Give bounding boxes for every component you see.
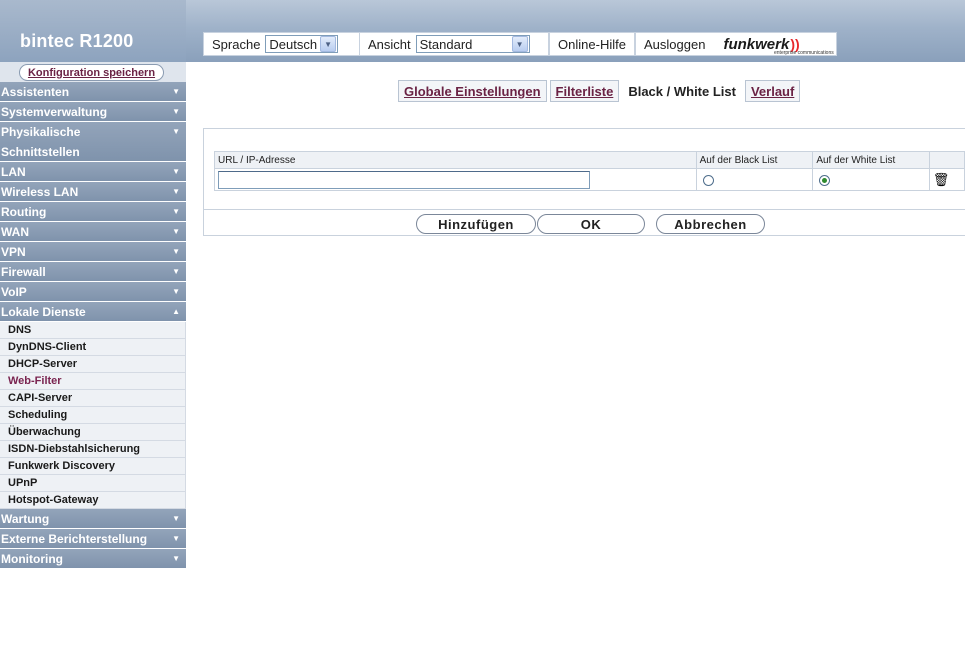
black-list-radio[interactable]: [702, 174, 714, 186]
tab-verlauf[interactable]: Verlauf: [744, 80, 801, 102]
chevron-down-icon[interactable]: ▼: [511, 36, 528, 52]
white-list-radio[interactable]: [819, 174, 831, 186]
chevron-down-icon: ▼: [172, 187, 180, 196]
tab-filterliste[interactable]: Filterliste: [549, 80, 620, 102]
submenu-item-dns[interactable]: DNS: [0, 322, 186, 339]
language-select[interactable]: Deutsch ▼: [265, 35, 339, 53]
sidebar-item-assistenten[interactable]: Assistenten ▼: [0, 82, 186, 102]
logo-subtext: enterprise communications: [774, 50, 834, 56]
app-title: bintec R1200: [20, 31, 134, 51]
tab-globale-einstellungen[interactable]: Globale Einstellungen: [398, 80, 547, 102]
column-header-white-list: Auf der White List: [812, 151, 931, 169]
sidebar-item-label: Lokale Dienste: [1, 305, 86, 319]
sidebar-item-routing[interactable]: Routing ▼: [0, 202, 186, 222]
view-selector-group: Ansicht Standard ▼: [359, 32, 549, 56]
black-white-list-table: URL / IP-Adresse Auf der Black List Auf …: [214, 151, 965, 191]
sidebar-item-label: Routing: [1, 205, 47, 219]
save-configuration-button[interactable]: Konfiguration speichern: [19, 64, 164, 81]
sidebar-item-voip[interactable]: VoIP ▼: [0, 282, 186, 302]
view-select-value: Standard: [419, 36, 473, 52]
table-row: 🗑: [214, 168, 965, 191]
chevron-up-icon: ▲: [172, 307, 180, 316]
submenu-item-dyndns-client[interactable]: DynDNS-Client: [0, 339, 186, 356]
url-input[interactable]: [218, 170, 590, 189]
sidebar-item-label: Physikalische: [1, 125, 81, 139]
chevron-down-icon: ▼: [172, 87, 180, 96]
submenu-item-isdn-diebstahlsicherung[interactable]: ISDN-Diebstahlsicherung: [0, 441, 186, 458]
sidebar-item-wartung[interactable]: Wartung ▼: [0, 509, 186, 529]
black-list-cell: [695, 168, 814, 191]
sidebar-item-externe-berichterstellung[interactable]: Externe Berichterstellung ▼: [0, 529, 186, 549]
sidebar-item-label: Systemverwaltung: [1, 105, 108, 119]
chevron-down-icon[interactable]: ▼: [320, 36, 337, 52]
chevron-down-icon: ▼: [172, 534, 180, 543]
sidebar-item-label: VPN: [1, 245, 26, 259]
delete-cell: 🗑: [929, 168, 965, 191]
sidebar-item-label: Monitoring: [1, 552, 63, 566]
sidebar-item-label: LAN: [1, 165, 26, 179]
sidebar-item-lan[interactable]: LAN ▼: [0, 162, 186, 182]
online-help-link[interactable]: Online-Hilfe: [549, 32, 635, 56]
cancel-button[interactable]: Abbrechen: [656, 214, 765, 234]
chevron-down-icon: ▼: [172, 267, 180, 276]
sidebar-item-physikalische-schnittstellen[interactable]: Physikalische Schnittstellen ▼: [0, 122, 186, 162]
white-list-cell: [812, 168, 931, 191]
header: bintec R1200 Sprache Deutsch ▼ Ansicht S…: [0, 0, 965, 62]
submenu-item-capi-server[interactable]: CAPI-Server: [0, 390, 186, 407]
view-select[interactable]: Standard ▼: [415, 35, 530, 53]
chevron-down-icon: ▼: [172, 227, 180, 236]
sidebar-item-label: Firewall: [1, 265, 46, 279]
tab-bar: Globale Einstellungen Filterliste Black …: [398, 80, 803, 102]
chevron-down-icon: ▼: [172, 287, 180, 296]
language-label: Sprache: [212, 36, 261, 52]
sidebar-item-monitoring[interactable]: Monitoring ▼: [0, 549, 186, 569]
chevron-down-icon: ▼: [172, 554, 180, 563]
sidebar-item-wireless-lan[interactable]: Wireless LAN ▼: [0, 182, 186, 202]
sidebar-item-label: Wartung: [1, 512, 50, 526]
chevron-down-icon: ▼: [172, 107, 180, 116]
sidebar-item-label-line2: Schnittstellen: [1, 145, 80, 159]
view-label: Ansicht: [368, 36, 411, 52]
logout-link[interactable]: Ausloggen: [644, 37, 705, 52]
sidebar-item-wan[interactable]: WAN ▼: [0, 222, 186, 242]
brand-area: bintec R1200: [0, 0, 186, 62]
submenu-item-dhcp-server[interactable]: DHCP-Server: [0, 356, 186, 373]
column-header-url: URL / IP-Adresse: [214, 151, 697, 169]
submenu-item-web-filter[interactable]: Web-Filter: [0, 373, 186, 390]
submenu-item-upnp[interactable]: UPnP: [0, 475, 186, 492]
submenu-item-ueberwachung[interactable]: Überwachung: [0, 424, 186, 441]
submenu-item-scheduling[interactable]: Scheduling: [0, 407, 186, 424]
chevron-down-icon: ▼: [172, 167, 180, 176]
save-config-area: Konfiguration speichern: [0, 62, 186, 82]
chevron-down-icon: ▼: [172, 514, 180, 523]
url-cell: [214, 168, 697, 191]
table-header-row: URL / IP-Adresse Auf der Black List Auf …: [214, 151, 965, 169]
online-help-label: Online-Hilfe: [558, 36, 626, 52]
sidebar-item-systemverwaltung[interactable]: Systemverwaltung ▼: [0, 102, 186, 122]
sidebar-item-label: WAN: [1, 225, 29, 239]
chevron-down-icon: ▼: [172, 207, 180, 216]
sidebar-item-label: Assistenten: [1, 85, 70, 99]
sidebar: Konfiguration speichern Assistenten ▼ Sy…: [0, 62, 186, 654]
sidebar-item-label: Wireless LAN: [1, 185, 79, 199]
add-button[interactable]: Hinzufügen: [416, 214, 536, 234]
column-header-black-list: Auf der Black List: [695, 151, 814, 169]
submenu-item-hotspot-gateway[interactable]: Hotspot-Gateway: [0, 492, 186, 509]
submenu-item-funkwerk-discovery[interactable]: Funkwerk Discovery: [0, 458, 186, 475]
sidebar-item-firewall[interactable]: Firewall ▼: [0, 262, 186, 282]
sidebar-item-label: Externe Berichterstellung: [1, 532, 148, 546]
sidebar-item-vpn[interactable]: VPN ▼: [0, 242, 186, 262]
ok-button[interactable]: OK: [537, 214, 645, 234]
chevron-down-icon: ▼: [172, 247, 180, 256]
tab-black-white-list[interactable]: Black / White List: [622, 80, 742, 102]
button-row: Hinzufügen OK Abbrechen: [203, 210, 965, 236]
sidebar-item-lokale-dienste[interactable]: Lokale Dienste ▲: [0, 302, 186, 322]
language-select-value: Deutsch: [269, 36, 318, 52]
column-header-actions: [929, 151, 965, 169]
chevron-down-icon: ▼: [172, 127, 180, 136]
language-selector-group: Sprache Deutsch ▼: [203, 32, 360, 56]
trash-icon[interactable]: 🗑: [933, 172, 950, 188]
sidebar-item-label: VoIP: [1, 285, 27, 299]
